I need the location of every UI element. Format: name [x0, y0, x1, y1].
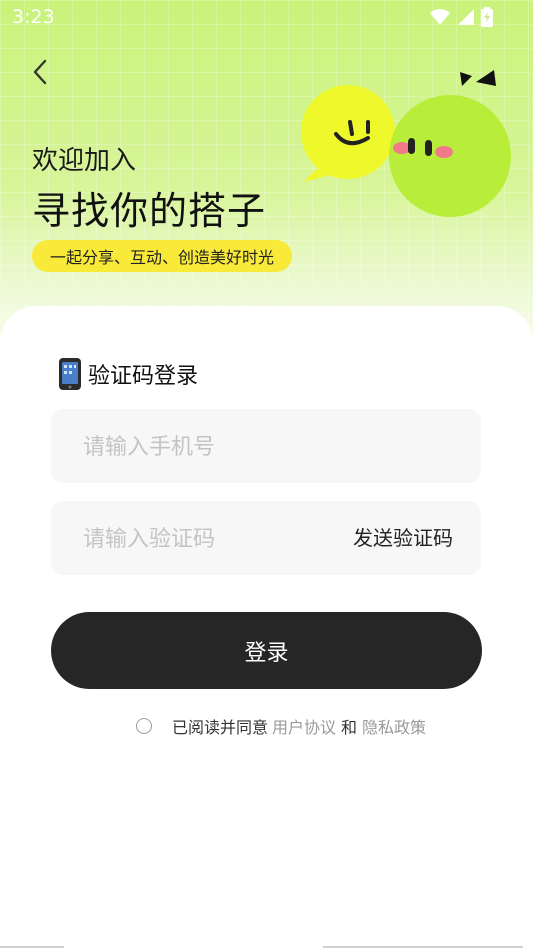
- green-ball-mascot: [389, 70, 511, 217]
- status-bar: 3:23: [0, 0, 533, 36]
- section-title-text: 验证码登录: [88, 364, 199, 389]
- agree-checkbox[interactable]: [136, 718, 152, 734]
- tagline-text: 一起分享、互动、创造美好时光: [50, 248, 275, 267]
- login-button[interactable]: 登录: [51, 612, 482, 689]
- wifi-icon: [430, 9, 450, 25]
- status-time: 3:23: [12, 6, 55, 28]
- status-icons: [429, 7, 493, 27]
- tagline-badge: 一起分享、互动、创造美好时光: [32, 240, 293, 272]
- page-title: 寻找你的搭子: [32, 189, 267, 233]
- battery-icon: [481, 7, 493, 27]
- privacy-policy-link[interactable]: 隐私政策: [362, 714, 426, 738]
- yellow-bubble-mascot: [301, 85, 395, 182]
- agreement-prefix: 已阅读并同意: [172, 718, 269, 737]
- mascot-illustration: [301, 70, 511, 217]
- agreement-and: 和: [341, 718, 358, 737]
- code-input[interactable]: [81, 501, 345, 577]
- user-agreement-link[interactable]: 用户协议: [272, 714, 336, 738]
- code-field: 发送验证码: [51, 501, 481, 577]
- chevron-left-icon: [33, 59, 47, 85]
- phone-field: [51, 409, 481, 485]
- section-title: 验证码登录: [58, 358, 198, 390]
- signal-icon: [458, 9, 474, 25]
- back-button[interactable]: [26, 56, 54, 88]
- agreement-row: 已阅读并同意 用户协议 和 隐私政策: [136, 714, 426, 738]
- mobile-phone-icon: [59, 358, 81, 390]
- phone-input[interactable]: [81, 409, 345, 485]
- send-code-button[interactable]: 发送验证码: [353, 501, 453, 575]
- welcome-text: 欢迎加入: [32, 146, 137, 176]
- login-screen: 3:23 欢迎加入 寻找你的搭子 一起分享、互动、创造美好时光 验证码登录 请输…: [0, 0, 533, 948]
